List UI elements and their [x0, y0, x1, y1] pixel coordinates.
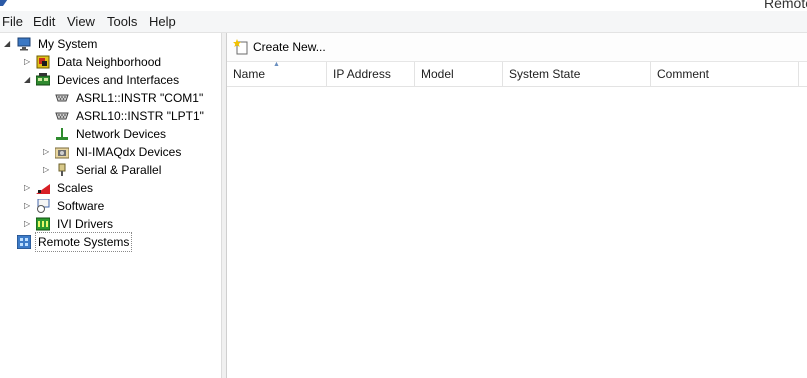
- menu-help[interactable]: Help: [149, 14, 176, 29]
- tree-label-data-neighborhood: Data Neighborhood: [57, 55, 162, 69]
- column-header-comment[interactable]: Comment: [651, 62, 799, 86]
- new-item-icon: [233, 39, 248, 55]
- tree-label-software: Software: [57, 199, 105, 213]
- collapsed-triangle-icon[interactable]: ▷: [24, 220, 32, 228]
- menu-view[interactable]: View: [67, 14, 95, 29]
- configuration-tree[interactable]: ◢ My System ▷ Data Neighborhood ◢ Device…: [0, 33, 222, 378]
- window-title: Remote: [764, 0, 807, 11]
- remote-systems-pane: Create New... Name ▲ IP Address Model Sy…: [227, 33, 807, 378]
- column-header-ip-address[interactable]: IP Address: [327, 62, 415, 86]
- tree-item-scales[interactable]: ▷ Scales: [0, 179, 200, 197]
- tree-label-ni-imaqdx-devices: NI-IMAQdx Devices: [76, 145, 182, 159]
- create-new-label: Create New...: [253, 40, 326, 54]
- column-label-ip-address: IP Address: [333, 67, 391, 81]
- tree-label-network-devices: Network Devices: [76, 127, 167, 141]
- tree-label-asrl1: ASRL1::INSTR "COM1": [76, 91, 204, 105]
- tree-label-remote-systems: Remote Systems: [35, 232, 133, 252]
- column-header-model[interactable]: Model: [415, 62, 503, 86]
- tree-item-asrl1[interactable]: ASRL1::INSTR "COM1": [0, 89, 210, 107]
- column-label-name: Name: [233, 67, 266, 81]
- tree-label-scales: Scales: [57, 181, 94, 195]
- plug-icon: [58, 163, 66, 176]
- computer-icon: [17, 37, 31, 51]
- tree-item-data-neighborhood[interactable]: ▷ Data Neighborhood: [0, 53, 200, 71]
- scales-icon: [36, 184, 50, 194]
- list-header: Name ▲ IP Address Model System State Com…: [227, 61, 807, 87]
- column-header-name[interactable]: Name ▲: [227, 61, 327, 86]
- tree-item-asrl10[interactable]: ASRL10::INSTR "LPT1": [0, 107, 210, 125]
- devices-icon: [36, 73, 50, 86]
- serial-port-icon: [55, 94, 69, 102]
- menu-bar: File Edit View Tools Help: [0, 11, 807, 33]
- collapsed-triangle-icon[interactable]: ▷: [43, 148, 51, 156]
- tree-item-ivi-drivers[interactable]: ▷ IVI Drivers: [0, 215, 200, 233]
- tree-item-software[interactable]: ▷ Software: [0, 197, 200, 215]
- tree-item-devices-and-interfaces[interactable]: ◢ Devices and Interfaces: [0, 71, 210, 89]
- expanded-triangle-icon[interactable]: ◢: [24, 76, 32, 84]
- data-neighborhood-icon: [36, 55, 50, 69]
- column-label-comment: Comment: [657, 67, 710, 81]
- column-label-model: Model: [421, 67, 454, 81]
- column-header-system-state[interactable]: System State: [503, 62, 651, 86]
- tree-item-serial-parallel[interactable]: ▷ Serial & Parallel: [0, 161, 210, 179]
- tree-item-network-devices[interactable]: Network Devices: [0, 125, 210, 143]
- tree-label-ivi-drivers: IVI Drivers: [57, 217, 114, 231]
- tree-item-my-system[interactable]: ◢ My System: [0, 35, 160, 53]
- collapsed-triangle-icon[interactable]: ▷: [43, 166, 51, 174]
- tree-item-ni-imaqdx-devices[interactable]: ▷ NI-IMAQdx Devices: [0, 143, 210, 161]
- app-logo-icon: [0, 0, 8, 6]
- collapsed-triangle-icon[interactable]: ▷: [24, 202, 32, 210]
- tree-item-remote-systems[interactable]: Remote Systems: [0, 232, 140, 252]
- title-bar: Remote: [0, 0, 807, 11]
- sort-ascending-icon: ▲: [273, 61, 280, 68]
- expanded-triangle-icon[interactable]: ◢: [4, 40, 12, 48]
- parallel-port-icon: [55, 112, 69, 120]
- menu-edit[interactable]: Edit: [33, 14, 55, 29]
- menu-tools[interactable]: Tools: [107, 14, 137, 29]
- tree-label-asrl10: ASRL10::INSTR "LPT1": [76, 109, 204, 123]
- tree-label-my-system: My System: [38, 37, 98, 51]
- camera-folder-icon: [55, 147, 69, 159]
- collapsed-triangle-icon[interactable]: ▷: [24, 184, 32, 192]
- network-icon: [56, 128, 68, 140]
- software-icon: [37, 199, 50, 213]
- tree-label-serial-parallel: Serial & Parallel: [76, 163, 162, 177]
- ivi-drivers-icon: [36, 217, 50, 231]
- remote-systems-list[interactable]: [227, 87, 807, 378]
- menu-file[interactable]: File: [2, 14, 23, 29]
- tree-label-devices-and-interfaces: Devices and Interfaces: [57, 73, 180, 87]
- collapsed-triangle-icon[interactable]: ▷: [24, 58, 32, 66]
- remote-systems-icon: [17, 235, 31, 249]
- column-label-system-state: System State: [509, 67, 581, 81]
- toolbar: Create New...: [227, 33, 807, 62]
